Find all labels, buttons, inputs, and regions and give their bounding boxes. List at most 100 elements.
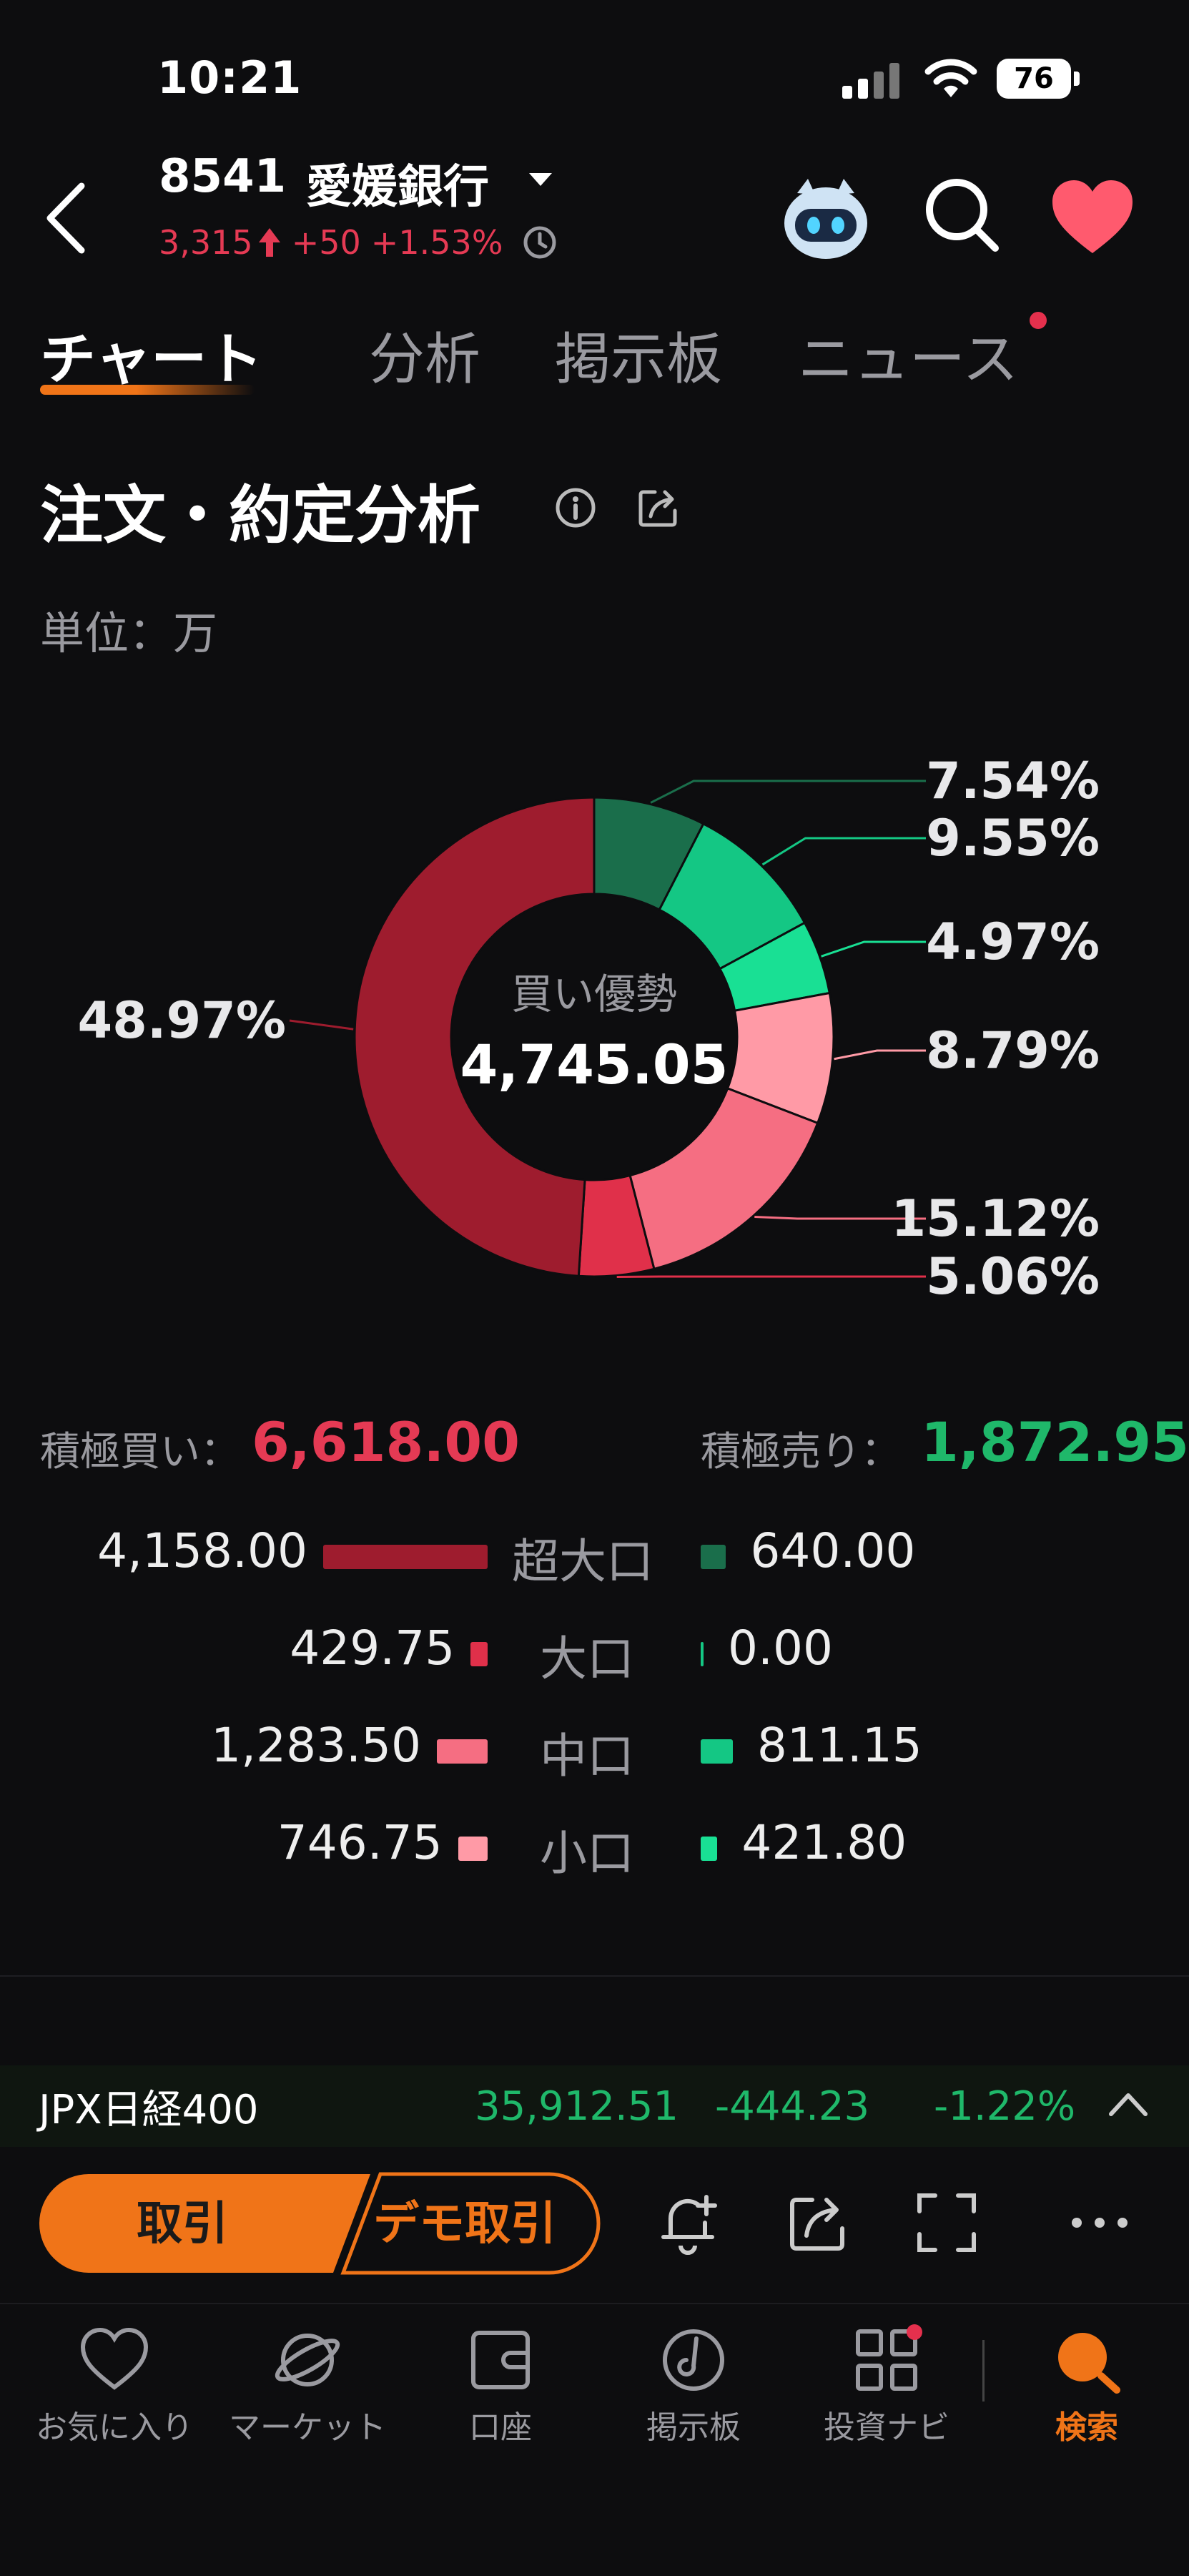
donut-chart: 7.54%9.55% 4.97% 8.79% 15.12%5.06% 48.97% 買い… bbox=[77, 752, 1100, 1306]
sell-label: 積極売り： bbox=[701, 1429, 901, 1475]
caret-down-icon[interactable] bbox=[529, 173, 552, 186]
donut-slice-label: 8.79% bbox=[926, 1021, 1100, 1080]
notification-dot bbox=[907, 2324, 922, 2340]
more-icon[interactable] bbox=[1065, 2188, 1134, 2257]
category-label: 中口 bbox=[540, 1729, 634, 1784]
donut-leader-line bbox=[834, 1049, 926, 1061]
battery-level: 76 bbox=[997, 59, 1071, 99]
cellular-signal-icon bbox=[842, 63, 902, 99]
nav-separator bbox=[982, 2340, 985, 2402]
demo-trade-button[interactable]: デモ取引 bbox=[336, 2187, 593, 2253]
price-alert-bell-icon[interactable] bbox=[653, 2188, 722, 2257]
sell-bar bbox=[701, 1545, 726, 1569]
nav-board-label: 掲示板 bbox=[646, 2409, 741, 2446]
divider bbox=[0, 1975, 1189, 1977]
tab-board[interactable]: 掲示板 bbox=[555, 315, 722, 395]
buy-label: 積極買い： bbox=[40, 1429, 240, 1475]
ticker-name: JPX日経400 bbox=[39, 2086, 259, 2133]
breakdown-table: 4,158.00 超大口 640.00 429.75 大口 0.00 1,283.50 中口 8… bbox=[0, 1523, 1189, 1895]
sell-amount: 811.15 bbox=[756, 1718, 922, 1773]
board-icon bbox=[663, 2329, 724, 2391]
status-time: 10:21 bbox=[157, 51, 302, 104]
donut-slice-label: 15.12% bbox=[891, 1189, 1100, 1248]
donut-slice-label: 5.06% bbox=[926, 1247, 1100, 1306]
nav-market-label: マーケット bbox=[229, 2409, 386, 2446]
nav-account-label: 口座 bbox=[469, 2409, 532, 2446]
nav-favorites-label: お気に入り bbox=[36, 2409, 193, 2446]
fullscreen-icon[interactable] bbox=[912, 2188, 981, 2257]
battery-icon: 76 bbox=[997, 59, 1082, 99]
sell-total: 1,872.95 bbox=[921, 1410, 1189, 1474]
tab-bar: チャート 分析 掲示板 ニュース bbox=[40, 315, 1184, 393]
donut-slice-label: 7.54% bbox=[926, 752, 1100, 810]
ticker-change-pct: -1.22% bbox=[934, 2083, 1076, 2130]
sell-bar bbox=[701, 1739, 733, 1764]
category-label: 小口 bbox=[540, 1826, 634, 1881]
sell-bar bbox=[701, 1642, 704, 1666]
nav-market[interactable]: マーケット bbox=[214, 2326, 400, 2447]
tab-analysis[interactable]: 分析 bbox=[369, 315, 480, 395]
clock-icon bbox=[523, 226, 556, 259]
donut-slice-label: 48.97% bbox=[77, 991, 286, 1050]
price-change: +50 bbox=[291, 223, 361, 262]
chevron-up-icon[interactable] bbox=[1107, 2088, 1150, 2120]
buy-bar bbox=[437, 1739, 488, 1764]
tab-chart[interactable]: チャート bbox=[40, 315, 262, 395]
sell-amount: 421.80 bbox=[741, 1815, 907, 1870]
donut-leader-line bbox=[761, 837, 926, 866]
buy-amount: 429.75 bbox=[290, 1621, 455, 1676]
back-arrow-icon[interactable] bbox=[37, 179, 94, 257]
heart-outline-icon bbox=[80, 2327, 149, 2390]
ticker-change: -444.23 bbox=[715, 2083, 870, 2130]
stock-name[interactable]: 愛媛銀行 bbox=[306, 150, 489, 216]
robot-assistant-icon[interactable] bbox=[779, 172, 872, 265]
share-icon[interactable] bbox=[636, 485, 681, 529]
stock-price: 3,315 bbox=[159, 223, 253, 262]
nav-board[interactable]: 掲示板 bbox=[601, 2326, 786, 2447]
donut-leader-line bbox=[821, 940, 926, 958]
active-tab-indicator bbox=[40, 385, 255, 395]
section-title: 注文・約定分析 bbox=[40, 478, 481, 552]
donut-leader-line bbox=[289, 1019, 354, 1031]
category-label: 大口 bbox=[540, 1631, 634, 1686]
buy-amount: 1,283.50 bbox=[211, 1718, 422, 1773]
search-icon[interactable] bbox=[922, 175, 1001, 254]
nav-investment-navi[interactable]: 投資ナビ bbox=[794, 2326, 980, 2447]
donut-leader-line bbox=[650, 780, 926, 804]
donut-slice-label: 9.55% bbox=[926, 809, 1100, 867]
planet-icon bbox=[275, 2334, 340, 2386]
unit-label: 単位：万 bbox=[40, 607, 218, 659]
notification-dot bbox=[1030, 312, 1047, 329]
nav-account[interactable]: 口座 bbox=[408, 2326, 593, 2447]
price-change-pct: +1.53% bbox=[370, 223, 503, 262]
buy-amount: 4,158.00 bbox=[97, 1523, 307, 1578]
buy-total: 6,618.00 bbox=[252, 1410, 521, 1474]
buy-amount: 746.75 bbox=[277, 1815, 443, 1870]
donut-slice-label: 4.97% bbox=[926, 913, 1100, 971]
ticker-value: 35,912.51 bbox=[475, 2083, 679, 2130]
price-row: 3,315 +50 +1.53% bbox=[159, 223, 558, 262]
donut-center-value: 4,745.05 bbox=[460, 1033, 728, 1096]
nav-search[interactable]: 検索 bbox=[994, 2326, 1180, 2447]
buy-bar bbox=[458, 1837, 488, 1861]
share-icon[interactable] bbox=[784, 2188, 852, 2257]
sell-amount: 0.00 bbox=[728, 1621, 833, 1676]
arrow-up-icon bbox=[258, 228, 280, 257]
sell-bar bbox=[701, 1837, 718, 1861]
buy-bar bbox=[323, 1545, 488, 1569]
buy-bar bbox=[470, 1642, 488, 1666]
favorite-heart-icon[interactable] bbox=[1050, 179, 1135, 257]
category-label: 超大口 bbox=[512, 1534, 653, 1589]
nav-favorites[interactable]: お気に入り bbox=[21, 2326, 207, 2447]
info-icon[interactable] bbox=[554, 486, 597, 529]
nav-search-label: 検索 bbox=[1055, 2409, 1118, 2446]
bottom-navigation: お気に入り マーケット 口座 掲示板 投資ナビ 検索 bbox=[0, 2303, 1189, 2576]
wallet-icon bbox=[471, 2331, 530, 2389]
trade-button[interactable]: 取引 bbox=[64, 2187, 300, 2253]
index-ticker[interactable]: JPX日経400 35,912.51 -444.23 -1.22% bbox=[0, 2065, 1189, 2147]
sell-amount: 640.00 bbox=[750, 1523, 916, 1578]
donut-slice bbox=[628, 1086, 819, 1271]
nav-investment-navi-label: 投資ナビ bbox=[824, 2409, 949, 2446]
search-icon bbox=[1058, 2333, 1120, 2394]
tab-news[interactable]: ニュース bbox=[798, 315, 1018, 395]
